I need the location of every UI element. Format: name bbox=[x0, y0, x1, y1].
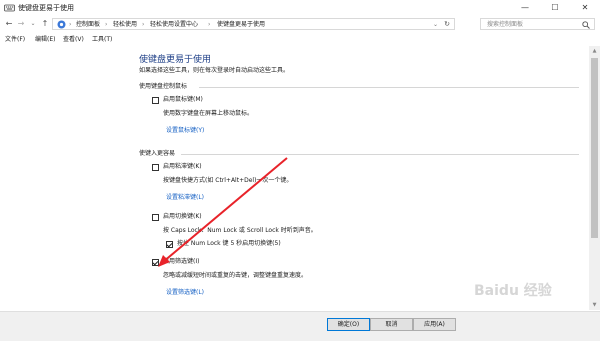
up-arrow-icon[interactable]: ↑ bbox=[40, 18, 50, 30]
control-panel-icon bbox=[57, 20, 66, 29]
watermark-logo: Baidu 经验 bbox=[474, 283, 552, 299]
dialog-footer: 确定(O) 取消 应用(A) bbox=[0, 311, 600, 341]
breadcrumb-current-page[interactable]: 使键盘更易于使用 bbox=[217, 20, 265, 29]
breadcrumb-separator: › bbox=[105, 21, 108, 28]
page-title: 使键盘更易于使用 bbox=[139, 55, 212, 65]
section-heading-mouse-control: 使用键盘控制鼠标 bbox=[139, 83, 188, 90]
search-box[interactable]: 搜索控制面板 bbox=[480, 18, 595, 30]
navigation-bar: ← → ⌄ ↑ › 控制面板 › 轻松使用 › 轻松使用设置中心 › 使键盘更易… bbox=[0, 16, 600, 32]
menu-tools[interactable]: 工具(T) bbox=[92, 35, 112, 44]
togglekeys-hold-checkbox[interactable] bbox=[166, 241, 173, 248]
cancel-button[interactable]: 取消 bbox=[370, 318, 413, 331]
back-arrow-icon[interactable]: ← bbox=[4, 18, 14, 30]
page-subtitle: 如果选择这些工具，则在每次登录时自动启动这些工具。 bbox=[139, 67, 290, 74]
refresh-icon[interactable]: ↻ bbox=[444, 20, 450, 29]
breadcrumb-separator: › bbox=[208, 21, 211, 28]
filterkeys-label[interactable]: 启用筛选键(I) bbox=[163, 258, 199, 266]
forward-arrow-icon[interactable]: → bbox=[16, 18, 26, 30]
setup-stickykeys-link[interactable]: 设置粘滞键(L) bbox=[166, 194, 204, 202]
maximize-button[interactable]: ☐ bbox=[540, 0, 570, 16]
recent-locations-icon[interactable]: ⌄ bbox=[28, 18, 38, 30]
close-button[interactable]: ✕ bbox=[570, 0, 600, 16]
breadcrumb-ease-of-access-center[interactable]: 轻松使用设置中心 bbox=[150, 20, 198, 29]
mousekeys-checkbox[interactable] bbox=[152, 97, 159, 104]
togglekeys-checkbox[interactable] bbox=[152, 214, 159, 221]
section-heading-typing: 使键入更容易 bbox=[139, 150, 176, 157]
minimize-button[interactable]: — bbox=[510, 0, 540, 16]
scroll-down-arrow-icon[interactable]: ▼ bbox=[589, 300, 600, 310]
breadcrumb-separator: › bbox=[142, 21, 145, 28]
stickykeys-checkbox[interactable] bbox=[152, 164, 159, 171]
ok-button[interactable]: 确定(O) bbox=[327, 318, 370, 331]
togglekeys-description: 按 Caps Lock、Num Lock 或 Scroll Lock 时听到声音… bbox=[163, 227, 317, 234]
menu-bar: 文件(F) 编辑(E) 查看(V) 工具(T) bbox=[0, 33, 600, 46]
main-content: 使键盘更易于使用 如果选择这些工具，则在每次登录时自动启动这些工具。 使用键盘控… bbox=[0, 46, 600, 311]
togglekeys-hold-label[interactable]: 按住 Num Lock 键 5 秒启用切换键(5) bbox=[177, 240, 281, 248]
address-bar[interactable]: › 控制面板 › 轻松使用 › 轻松使用设置中心 › 使键盘更易于使用 ⌄ ↻ bbox=[52, 18, 455, 30]
stickykeys-label[interactable]: 启用粘滞键(K) bbox=[163, 163, 202, 171]
filterkeys-description: 忽略或减缓短时间或重复的击键，调整键盘重复速度。 bbox=[163, 272, 308, 279]
menu-file[interactable]: 文件(F) bbox=[5, 35, 25, 44]
togglekeys-label[interactable]: 启用切换键(K) bbox=[163, 213, 202, 221]
keyboard-icon bbox=[4, 4, 15, 12]
section-divider bbox=[199, 87, 579, 88]
setup-filterkeys-link[interactable]: 设置筛选键(L) bbox=[166, 289, 204, 297]
mousekeys-description: 使用数字键盘在屏幕上移动鼠标。 bbox=[163, 110, 254, 117]
window-title: 使键盘更易于使用 bbox=[18, 4, 74, 12]
filterkeys-checkbox[interactable] bbox=[152, 259, 159, 266]
title-bar: 使键盘更易于使用 — ☐ ✕ bbox=[0, 0, 600, 16]
breadcrumb-control-panel[interactable]: 控制面板 bbox=[76, 20, 100, 29]
scroll-up-arrow-icon[interactable]: ▲ bbox=[589, 46, 600, 56]
section-divider bbox=[181, 154, 579, 155]
mousekeys-label[interactable]: 启用鼠标键(M) bbox=[163, 96, 203, 104]
scrollbar-thumb[interactable] bbox=[591, 58, 598, 238]
setup-mousekeys-link[interactable]: 设置鼠标键(Y) bbox=[166, 127, 204, 135]
menu-edit[interactable]: 编辑(E) bbox=[35, 35, 55, 44]
breadcrumb-separator: › bbox=[69, 21, 72, 28]
search-icon[interactable] bbox=[582, 21, 590, 29]
breadcrumb-ease-of-access[interactable]: 轻松使用 bbox=[113, 20, 137, 29]
apply-button[interactable]: 应用(A) bbox=[413, 318, 456, 331]
search-input[interactable]: 搜索控制面板 bbox=[487, 20, 523, 29]
address-dropdown-icon[interactable]: ⌄ bbox=[433, 20, 438, 29]
stickykeys-description: 按键盘快捷方式(如 Ctrl+Alt+Del)一次一个键。 bbox=[163, 177, 293, 184]
vertical-scrollbar[interactable]: ▲ ▼ bbox=[589, 46, 600, 310]
menu-view[interactable]: 查看(V) bbox=[63, 35, 84, 44]
